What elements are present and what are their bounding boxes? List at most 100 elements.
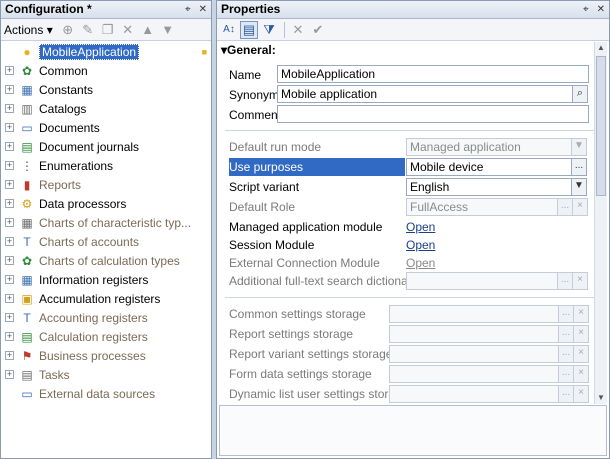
scroll-up-icon[interactable]: ▲ [595,42,607,54]
expand-icon[interactable]: + [5,256,14,265]
ellipsis-button[interactable]: ... [558,325,574,343]
pin-icon[interactable]: ⌖ [185,4,191,15]
close-icon[interactable]: ✕ [597,4,605,15]
form-data-settings-field[interactable] [389,365,559,383]
clear-icon[interactable]: × [572,272,588,290]
tree-item-data-processors[interactable]: + ⚙ Data processors [1,194,211,213]
sort-alphabetical-icon[interactable]: A↕ [220,21,238,39]
expand-icon[interactable]: + [5,85,14,94]
common-settings-field[interactable] [389,305,559,323]
synonym-field[interactable]: Mobile application [277,85,573,103]
expand-icon[interactable]: + [5,123,14,132]
filter-icon[interactable]: ⧩ [260,21,278,39]
charts-characteristic-icon: ▦ [21,215,33,230]
close-icon[interactable]: ✕ [199,4,207,15]
ellipsis-button[interactable]: ... [557,198,573,216]
external-connection-module-open-link[interactable]: Open [406,256,435,270]
configuration-titlebar: Configuration * ⌖ ✕ [1,1,211,19]
clear-icon[interactable]: × [573,305,589,323]
tree-item-label: Charts of characteristic typ... [39,215,192,230]
default-run-mode-field[interactable]: Managed application [406,138,572,156]
tree-item-tasks[interactable]: + ▤ Tasks [1,365,211,384]
use-purposes-field[interactable]: Mobile device [406,158,572,176]
tree-item-external-data-sources[interactable]: ▭ External data sources [1,384,211,403]
expand-icon[interactable]: + [5,370,14,379]
report-settings-field[interactable] [389,325,559,343]
scrollbar-thumb[interactable] [596,56,606,196]
tree-item-charts-of-accounts[interactable]: + T Charts of accounts [1,232,211,251]
managed-app-module-open-link[interactable]: Open [406,220,435,234]
tree-item-business-processes[interactable]: + ⚑ Business processes [1,346,211,365]
tree-item-calculation-registers[interactable]: + ▤ Calculation registers [1,327,211,346]
report-variant-settings-label: Report variant settings storage [229,347,393,361]
dynamic-list-settings-field[interactable] [389,385,559,403]
tree-item-charts-of-calculation-types[interactable]: + ✿ Charts of calculation types [1,251,211,270]
expand-icon[interactable]: + [5,313,14,322]
apply-icon[interactable]: ✔ [309,21,327,39]
expand-icon[interactable]: + [5,294,14,303]
expand-icon[interactable]: + [5,351,14,360]
dropdown-arrow-icon[interactable]: ▼ [571,138,587,156]
expand-icon[interactable]: + [5,218,14,227]
tree-item-accounting-registers[interactable]: + T Accounting registers [1,308,211,327]
tree-item-mobileapplication[interactable]: ● MobileApplication ■ [1,42,211,61]
business-processes-icon: ⚑ [21,348,33,363]
actions-menu[interactable]: Actions ▾ [4,23,53,37]
tree-item-enumerations[interactable]: + ⋮ Enumerations [1,156,211,175]
scroll-down-icon[interactable]: ▼ [595,392,607,404]
ellipsis-button[interactable]: ... [558,365,574,383]
tree-item-accumulation-registers[interactable]: + ▣ Accumulation registers [1,289,211,308]
clear-icon[interactable]: × [573,345,589,363]
expand-icon[interactable]: + [5,199,14,208]
tree-item-constants[interactable]: + ▦ Constants [1,80,211,99]
expand-icon[interactable]: + [5,142,14,151]
tree-item-reports[interactable]: + ▮ Reports [1,175,211,194]
properties-scrollbar[interactable]: ▲ ▼ [594,42,607,404]
expand-icon[interactable]: + [5,104,14,113]
tree-item-charts-of-characteristic-typ[interactable]: + ▦ Charts of characteristic typ... [1,213,211,232]
comment-field[interactable] [277,105,589,123]
delete-icon[interactable]: ✕ [119,21,137,39]
tree-item-label: External data sources [39,386,156,401]
expand-icon[interactable]: + [5,275,14,284]
cancel-icon[interactable]: ✕ [289,21,307,39]
ellipsis-button[interactable]: ... [558,345,574,363]
clear-icon[interactable]: × [573,325,589,343]
ellipsis-button[interactable]: ... [558,385,574,403]
move-up-icon[interactable]: ▲ [139,21,157,39]
clear-icon[interactable]: × [573,385,589,403]
name-field[interactable]: MobileApplication [277,65,589,83]
move-down-icon[interactable]: ▼ [159,21,177,39]
expand-icon[interactable]: + [5,237,14,246]
section-general[interactable]: ▾General: [217,42,595,58]
ellipsis-button[interactable]: ... [558,305,574,323]
ellipsis-button[interactable]: ... [557,272,573,290]
ellipsis-button[interactable]: ... [571,158,587,176]
dropdown-arrow-icon[interactable]: ▼ [571,178,587,196]
pin-icon[interactable]: ⌖ [583,4,589,15]
copy-icon[interactable]: ❐ [99,21,117,39]
tree-item-label: Constants [39,82,94,97]
expand-icon[interactable]: + [5,66,14,75]
edit-icon[interactable]: ✎ [79,21,97,39]
session-module-label: Session Module [229,238,315,252]
script-variant-field[interactable]: English [406,178,572,196]
report-variant-settings-field[interactable] [389,345,559,363]
expand-icon[interactable]: + [5,161,14,170]
tree-item-documents[interactable]: + ▭ Documents [1,118,211,137]
tree-item-catalogs[interactable]: + ▥ Catalogs [1,99,211,118]
session-module-open-link[interactable]: Open [406,238,435,252]
expand-icon[interactable]: + [5,180,14,189]
clear-icon[interactable]: × [572,198,588,216]
tree-item-document-journals[interactable]: + ▤ Document journals [1,137,211,156]
fulltext-dictionaries-field[interactable] [406,272,558,290]
tree-item-information-registers[interactable]: + ▦ Information registers [1,270,211,289]
categorized-view-icon[interactable]: ▤ [240,20,258,39]
clear-icon[interactable]: × [573,365,589,383]
search-icon[interactable]: ⌕ [572,85,588,103]
add-icon[interactable]: ⊕ [59,21,77,39]
default-role-field[interactable]: FullAccess [406,198,558,216]
tree-item-common[interactable]: + ✿ Common [1,61,211,80]
expand-icon[interactable]: + [5,332,14,341]
